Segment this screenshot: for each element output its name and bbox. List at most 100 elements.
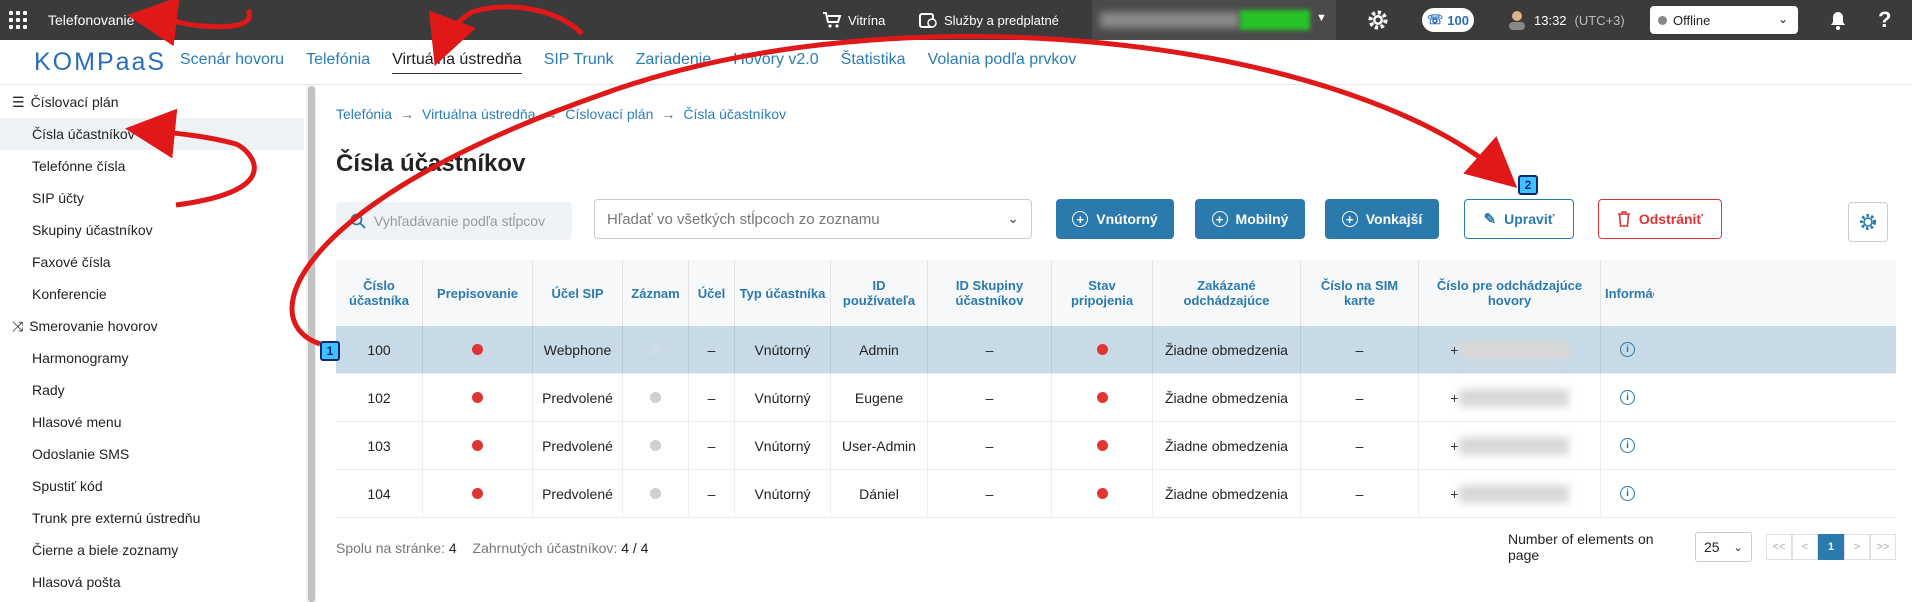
cell-connection-dot	[1051, 470, 1152, 517]
edit-button[interactable]: ✎ Upraviť	[1464, 199, 1574, 239]
last-page-button[interactable]: >>	[1870, 534, 1896, 560]
breadcrumb-item[interactable]: Čísla účastníkov	[683, 106, 786, 122]
col-header-record[interactable]: Záznam	[622, 260, 688, 326]
sidebar-item-subscriber-numbers[interactable]: Čísla účastníkov	[0, 118, 304, 150]
nav-item-calls-by-element[interactable]: Volania podľa prvkov	[928, 51, 1077, 73]
services-label: Služby a predplatné	[944, 12, 1059, 28]
table-row[interactable]: 103 Predvolené – Vnútorný User-Admin – Žiadne …	[336, 422, 1896, 470]
add-mobile-button[interactable]: + Mobilný	[1195, 199, 1305, 239]
app-title[interactable]: Telefonovanie	[48, 12, 134, 28]
info-icon[interactable]: i	[1620, 342, 1635, 357]
status-select[interactable]: Offline ⌄	[1650, 6, 1798, 34]
cell-group-id: –	[927, 326, 1051, 373]
settings-button[interactable]	[1366, 0, 1390, 40]
sidebar-item-schedules[interactable]: Harmonogramy	[0, 342, 304, 374]
col-header-connection[interactable]: Stav pripojenia	[1051, 260, 1152, 326]
page-button-current[interactable]: 1	[1818, 534, 1844, 560]
sidebar-item-fax-numbers[interactable]: Faxové čísla	[0, 246, 304, 278]
sidebar-item-black-white-lists[interactable]: Čierne a biele zoznamy	[0, 534, 304, 566]
col-header-number[interactable]: Číslo účastníka	[336, 260, 422, 326]
nav-item-statistics[interactable]: Štatistika	[841, 51, 906, 73]
breadcrumb-item[interactable]: Virtuálna ústredňa	[422, 106, 535, 122]
search-all-input[interactable]: Hľadať vo všetkých stĺpcoch zo zoznamu ⌄	[594, 199, 1032, 239]
clock-timezone: (UTC+3)	[1574, 12, 1625, 28]
sidebar-item-voice-menu[interactable]: Hlasové menu	[0, 406, 304, 438]
notifications-button[interactable]	[1828, 0, 1848, 40]
sidebar-item-conferences[interactable]: Konferencie	[0, 278, 304, 310]
sidebar-item-voicemail[interactable]: Hlasová pošta	[0, 566, 304, 598]
cell-record-dot	[622, 470, 688, 517]
col-header-sim[interactable]: Číslo na SIM karte	[1300, 260, 1418, 326]
nav-item-devices[interactable]: Zariadenie	[636, 51, 712, 73]
help-icon[interactable]: ?	[1878, 0, 1891, 40]
cell-info[interactable]: i	[1600, 326, 1654, 373]
step-marker-1: 1	[320, 341, 340, 361]
next-page-button[interactable]: >	[1844, 534, 1870, 560]
list-icon: ☰	[12, 93, 25, 110]
user-clock[interactable]: 13:32 (UTC+3)	[1508, 0, 1625, 40]
pager: << < 1 > >>	[1766, 534, 1896, 560]
table-header: Číslo účastníka Prepisovanie Účel SIP Zá…	[336, 260, 1896, 326]
delete-label: Odstrániť	[1638, 211, 1704, 227]
nav-item-telefonia[interactable]: Telefónia	[306, 51, 370, 73]
sidebar-item-phone-numbers[interactable]: Telefónne čísla	[0, 150, 304, 182]
services-link[interactable]: Služby a predplatné	[918, 0, 1059, 40]
info-icon[interactable]: i	[1620, 486, 1635, 501]
app-grid-icon[interactable]	[0, 0, 36, 40]
col-header-info[interactable]: Informácie	[1600, 260, 1654, 326]
breadcrumb-item[interactable]: Telefónia	[336, 106, 392, 122]
blurred-phone-number	[1458, 436, 1569, 455]
col-header-type[interactable]: Typ účastníka	[734, 260, 830, 326]
table-settings-button[interactable]	[1848, 202, 1888, 242]
vitrina-link[interactable]: Vitrína	[822, 0, 885, 40]
info-icon[interactable]: i	[1620, 390, 1635, 405]
info-icon[interactable]: i	[1620, 438, 1635, 453]
chevron-down-icon[interactable]: ▼	[1316, 12, 1327, 24]
column-filter-input[interactable]: Vyhľadávanie podľa stĺpcov	[336, 202, 572, 240]
page-size-select[interactable]: 25 ⌄	[1694, 532, 1752, 562]
vitrina-label: Vitrína	[848, 12, 886, 28]
trash-icon	[1617, 211, 1630, 227]
sidebar-item-run-code[interactable]: Spustiť kód	[0, 470, 304, 502]
add-internal-button[interactable]: + Vnútorný	[1056, 199, 1174, 239]
chevron-down-icon[interactable]: ⌄	[1007, 210, 1019, 227]
subscribers-table: Číslo účastníka Prepisovanie Účel SIP Zá…	[336, 260, 1896, 518]
sidebar-item-subscriber-groups[interactable]: Skupiny účastníkov	[0, 214, 304, 246]
cell-info[interactable]: i	[1600, 422, 1654, 469]
prev-page-button[interactable]: <	[1792, 534, 1818, 560]
first-page-button[interactable]: <<	[1766, 534, 1792, 560]
sidebar-item-queues[interactable]: Rady	[0, 374, 304, 406]
col-header-group-id[interactable]: ID Skupiny účastníkov	[927, 260, 1051, 326]
sidebar-group-call-routing[interactable]: ⤨ Smerovanie hovorov	[0, 310, 304, 342]
cell-info[interactable]: i	[1600, 374, 1654, 421]
nav-item-sip-trunk[interactable]: SIP Trunk	[544, 51, 614, 73]
col-header-overwrite[interactable]: Prepisovanie	[422, 260, 532, 326]
col-header-restriction[interactable]: Zakázané odchádzajúce	[1152, 260, 1300, 326]
sidebar-group-numbering-plan[interactable]: ☰ Číslovací plán	[0, 86, 304, 118]
col-header-outgoing[interactable]: Číslo pre odchádzajúce hovory	[1418, 260, 1600, 326]
nav-item-virtual-pbx[interactable]: Virtuálna ústredňa	[392, 51, 522, 74]
table-row[interactable]: 102 Predvolené – Vnútorný Eugene – Žiadne obme…	[336, 374, 1896, 422]
phone-lines-pill[interactable]: ☏ 100	[1422, 8, 1474, 32]
plus-circle-icon: +	[1072, 211, 1089, 227]
col-header-sip-purpose[interactable]: Účel SIP	[532, 260, 622, 326]
cell-info[interactable]: i	[1600, 470, 1654, 517]
cell-overwrite-dot	[422, 374, 532, 421]
nav-item-scenario[interactable]: Scenár hovoru	[180, 51, 284, 73]
sidebar-item-external-trunk[interactable]: Trunk pre externú ústredňu	[0, 502, 304, 534]
overwrite-dot	[472, 344, 483, 355]
nav-item-calls-v2[interactable]: Hovory v2.0	[733, 51, 818, 73]
delete-button[interactable]: Odstrániť	[1598, 199, 1722, 239]
sidebar-item-sip-accounts[interactable]: SIP účty	[0, 182, 304, 214]
table-row[interactable]: 100 Webphone – Vnútorný Admin – Žiadne obmedze…	[336, 326, 1896, 374]
chevron-down-icon: ⌄	[1733, 541, 1743, 554]
add-external-button[interactable]: + Vonkajší	[1325, 199, 1439, 239]
table-row[interactable]: 104 Predvolené – Vnútorný Dániel – Žiadne obme…	[336, 470, 1896, 518]
col-header-user-id[interactable]: ID používateľa	[830, 260, 927, 326]
col-header-purpose[interactable]: Účel	[688, 260, 734, 326]
status-value: Offline	[1673, 12, 1711, 28]
cell-sim: –	[1300, 326, 1418, 373]
sidebar-item-send-sms[interactable]: Odoslanie SMS	[0, 438, 304, 470]
breadcrumb-item[interactable]: Číslovací plán	[565, 106, 653, 122]
sidebar-scrollbar-thumb[interactable]	[308, 86, 315, 602]
